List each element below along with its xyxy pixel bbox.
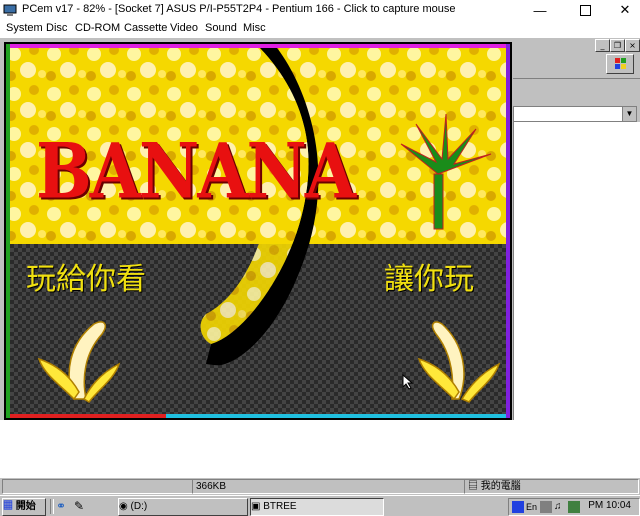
game-title: BANANA <box>36 126 356 216</box>
guest-lower-pane <box>0 420 640 477</box>
peeled-banana-left-icon <box>37 321 121 403</box>
mouse-cursor-icon <box>402 374 414 390</box>
guest-close-button[interactable]: × <box>625 39 640 52</box>
menu-cd-rom[interactable]: CD-ROM <box>75 22 120 34</box>
chevron-down-icon[interactable]: ▼ <box>622 107 636 121</box>
close-button[interactable]: ✕ <box>605 0 640 20</box>
start-button[interactable]: ▦ 開始 <box>2 498 46 516</box>
status-size: 366KB <box>192 479 465 494</box>
windows-flag-button[interactable] <box>606 54 634 74</box>
pcem-app-icon <box>3 4 17 16</box>
guest-status-bar: 366KB ▤ 我的電腦 <box>0 477 640 494</box>
system-tray: En ♫ PM 10:04 <box>508 498 640 516</box>
guest-minimize-icon: _ <box>600 41 605 50</box>
menu-video[interactable]: Video <box>170 22 198 34</box>
tray-network-icon[interactable] <box>540 501 552 513</box>
windows-logo-icon: ▦ <box>3 501 13 512</box>
minimize-icon: — <box>533 2 547 18</box>
tray-keyboard-icon[interactable] <box>512 501 524 513</box>
tray-display-icon[interactable] <box>568 501 580 513</box>
status-cell-empty <box>2 479 193 494</box>
left-caption: 玩給你看 <box>26 262 146 297</box>
task-btree-label: BTREE <box>263 501 297 512</box>
guest-minimize-button[interactable]: _ <box>595 39 610 52</box>
guest-toolbar <box>513 78 640 105</box>
guest-restore-button[interactable]: ❐ <box>610 39 625 52</box>
tray-volume-icon[interactable]: ♫ <box>554 501 566 513</box>
taskbar-divider <box>50 499 54 514</box>
computer-icon: ▤ <box>468 481 478 492</box>
title-bar: PCem v17 - 82% - [Socket 7] ASUS P/I-P55… <box>0 0 640 20</box>
clock[interactable]: PM 10:04 <box>588 500 631 511</box>
status-computer: 我的電腦 <box>480 481 521 492</box>
peeled-banana-right-icon <box>417 321 501 403</box>
menu-sound[interactable]: Sound <box>205 22 237 34</box>
task-drive-label: (D:) <box>130 501 148 512</box>
menu-system[interactable]: System <box>6 22 43 34</box>
minimize-button[interactable]: — <box>520 0 560 20</box>
guest-restore-icon: ❐ <box>613 41 622 50</box>
menu-bar: System Disc CD-ROM Cassette Video Sound … <box>0 20 640 38</box>
menu-misc[interactable]: Misc <box>243 22 266 34</box>
drive-icon: ◉ <box>119 501 128 512</box>
emulated-screen[interactable]: _ ❐ × ▼ BANANA 玩給你看 讓你玩 366KB ▤ 我的電腦 ▦ 開… <box>0 38 640 516</box>
window-title: PCem v17 - 82% - [Socket 7] ASUS P/I-P55… <box>22 3 456 15</box>
status-computer-cell: ▤ 我的電腦 <box>464 479 639 494</box>
guest-window-controls: _ ❐ × <box>513 38 640 52</box>
address-combo[interactable]: ▼ <box>513 106 637 122</box>
menu-disc[interactable]: Disc <box>46 22 67 34</box>
right-caption: 讓你玩 <box>384 262 474 297</box>
tray-en-icon[interactable]: En <box>526 501 538 513</box>
task-drive-d[interactable]: ◉ (D:) <box>118 498 248 516</box>
quicklaunch-icon[interactable]: ✎ <box>74 499 84 513</box>
task-btree[interactable]: ▣ BTREE <box>250 498 384 516</box>
app-window-icon: ▣ <box>251 501 261 512</box>
windows-flag-icon <box>615 58 626 69</box>
ie-icon[interactable]: ⚭ <box>56 499 66 513</box>
maximize-icon <box>579 4 591 16</box>
guest-close-icon: × <box>629 41 636 50</box>
close-icon: ✕ <box>619 2 631 17</box>
maximize-button[interactable] <box>565 0 605 20</box>
taskbar: ▦ 開始 ⚭ ✎ ◉ (D:) ▣ BTREE En ♫ PM 10:04 <box>0 495 640 516</box>
menu-cassette[interactable]: Cassette <box>124 22 167 34</box>
start-label: 開始 <box>15 501 36 512</box>
banana-game-screen[interactable]: BANANA 玩給你看 讓你玩 <box>4 42 512 420</box>
